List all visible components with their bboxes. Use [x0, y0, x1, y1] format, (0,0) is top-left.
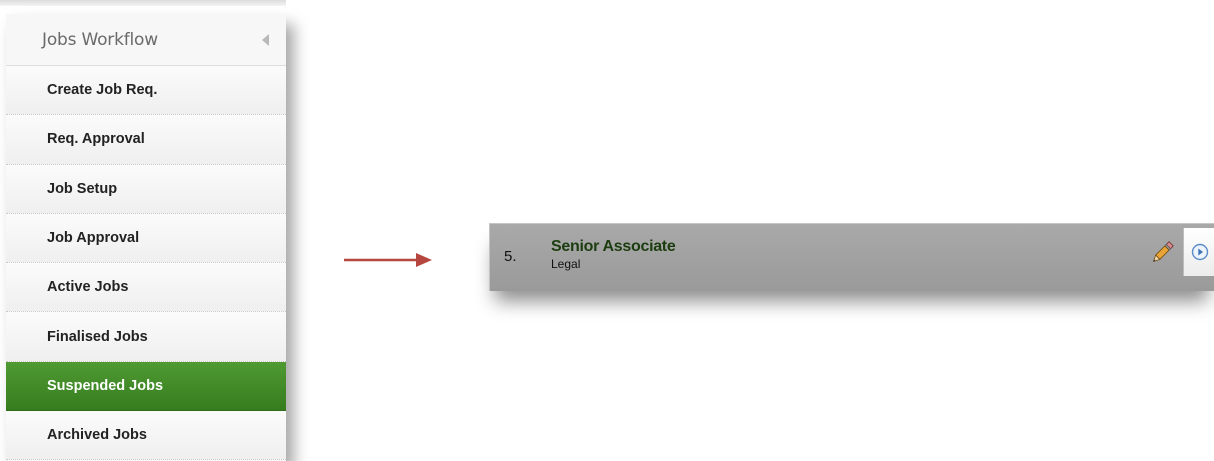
pencil-icon[interactable] — [1149, 240, 1175, 266]
job-number: 5. — [504, 248, 517, 265]
sidebar-item-archived-jobs[interactable]: Archived Jobs — [6, 411, 286, 461]
sidebar-item-finalised-jobs[interactable]: Finalised Jobs — [6, 312, 286, 362]
sidebar-item-label: Finalised Jobs — [47, 328, 148, 345]
sidebar-item-suspended-jobs[interactable]: Suspended Jobs — [6, 361, 286, 412]
circle-play-icon — [1191, 243, 1208, 261]
sidebar-item-label: Active Jobs — [47, 279, 129, 296]
job-list-row[interactable]: 5. Senior Associate Legal — [489, 223, 1214, 291]
sidebar-item-label: Suspended Jobs — [47, 377, 164, 394]
sidebar-item-req-approval[interactable]: Req. Approval — [6, 115, 286, 165]
view-job-button[interactable] — [1183, 228, 1214, 276]
sidebar-header: Jobs Workflow — [6, 14, 286, 66]
sidebar-item-label: Req. Approval — [47, 131, 145, 148]
sidebar-item-active-jobs[interactable]: Active Jobs — [6, 263, 286, 313]
right-arrow-icon — [344, 253, 432, 267]
sidebar-item-create-job-req[interactable]: Create Job Req. — [6, 66, 286, 116]
sidebar-wrapper: Jobs Workflow Create Job Req. Req. Appro… — [0, 0, 298, 461]
jobs-workflow-sidebar: Jobs Workflow Create Job Req. Req. Appro… — [6, 14, 286, 461]
sidebar-item-label: Job Setup — [47, 180, 118, 197]
job-department: Legal — [551, 257, 581, 271]
sidebar-item-job-setup[interactable]: Job Setup — [6, 164, 286, 214]
sidebar-item-label: Archived Jobs — [47, 427, 147, 444]
sidebar-item-label: Job Approval — [47, 230, 140, 247]
sidebar-title: Jobs Workflow — [42, 29, 158, 50]
sidebar-item-job-approval[interactable]: Job Approval — [6, 213, 286, 264]
triangle-left-icon[interactable] — [260, 33, 272, 47]
sidebar-item-label: Create Job Req. — [47, 82, 158, 99]
sidebar-top-edge — [0, 0, 286, 6]
job-title[interactable]: Senior Associate — [551, 238, 676, 256]
stage: Jobs Workflow Create Job Req. Req. Appro… — [0, 0, 1214, 461]
